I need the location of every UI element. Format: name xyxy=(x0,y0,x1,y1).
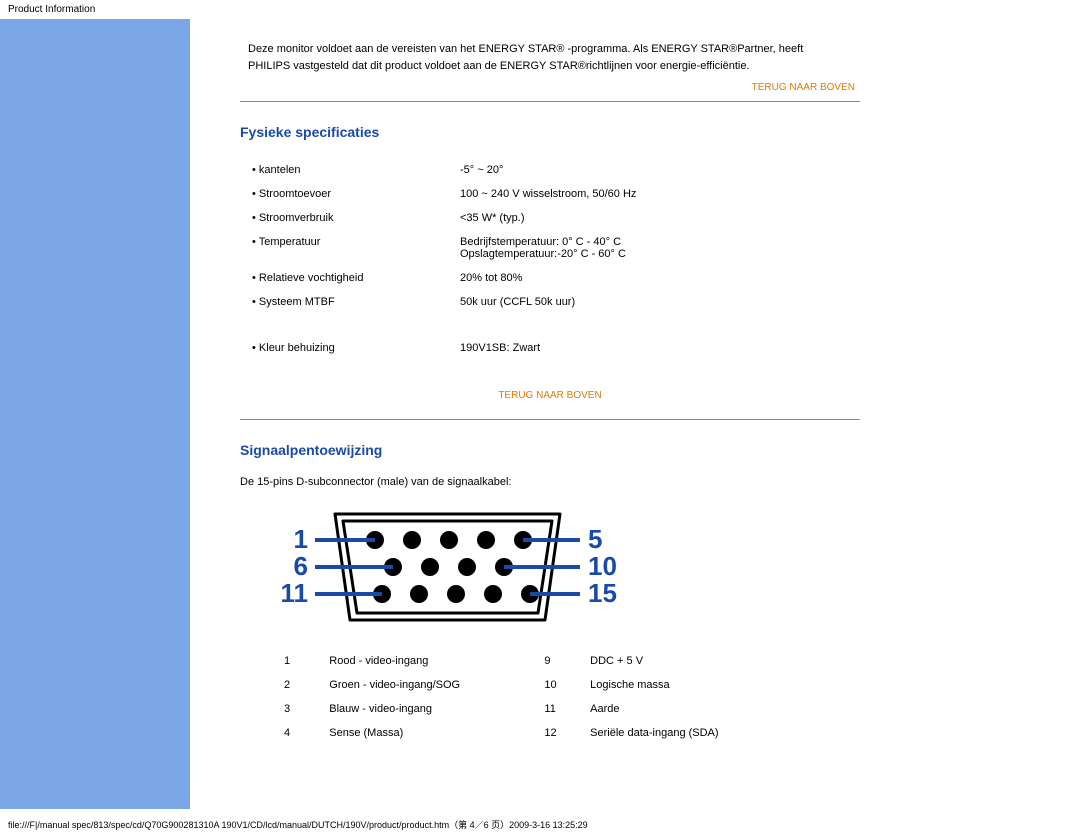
pin-assignment-table: 1 Rood - video-ingang 9 DDC + 5 V 2 Groe… xyxy=(280,649,800,745)
energy-star-intro: Deze monitor voldoet aan de vereisten va… xyxy=(240,41,860,74)
divider xyxy=(240,419,860,420)
spec-value: <35 W* (typ.) xyxy=(456,206,868,230)
pin-label-6: 6 xyxy=(294,551,308,581)
table-row: • Systeem MTBF50k uur (CCFL 50k uur) xyxy=(248,290,868,314)
spec-value: 100 ~ 240 V wisselstroom, 50/60 Hz xyxy=(456,182,868,206)
pin-num: 9 xyxy=(540,649,586,673)
intro-line-1: Deze monitor voldoet aan de vereisten va… xyxy=(248,41,860,58)
pin-desc: DDC + 5 V xyxy=(586,649,800,673)
pin-desc: Logische massa xyxy=(586,673,800,697)
spec-label: • Temperatuur xyxy=(248,230,456,266)
table-row: • kantelen-5° ~ 20° xyxy=(248,158,868,182)
spec-label: • Stroomverbruik xyxy=(248,206,456,230)
section-heading-pins: Signaalpentoewijzing xyxy=(240,442,860,458)
pin-num: 3 xyxy=(280,697,325,721)
section-heading-specs: Fysieke specificaties xyxy=(240,124,860,140)
pin-label-1: 1 xyxy=(294,524,308,554)
pin-num: 4 xyxy=(280,721,325,745)
pin-desc: Sense (Massa) xyxy=(325,721,540,745)
table-row: 3 Blauw - video-ingang 11 Aarde xyxy=(280,697,800,721)
pin-desc: Blauw - video-ingang xyxy=(325,697,540,721)
pin-num: 10 xyxy=(540,673,586,697)
intro-line-2: PHILIPS vastgesteld dat dit product vold… xyxy=(248,58,860,75)
pin-label-15: 15 xyxy=(588,578,617,608)
pin-label-10: 10 xyxy=(588,551,617,581)
pin-label-5: 5 xyxy=(588,524,602,554)
divider xyxy=(240,101,860,102)
spec-value: 20% tot 80% xyxy=(456,266,868,290)
sidebar xyxy=(0,19,190,809)
pin-num: 2 xyxy=(280,673,325,697)
spec-value: 190V1SB: Zwart xyxy=(456,336,868,360)
table-row: • Relatieve vochtigheid20% tot 80% xyxy=(248,266,868,290)
pin-num: 12 xyxy=(540,721,586,745)
specs-table: • kantelen-5° ~ 20° • Stroomtoevoer100 ~… xyxy=(248,158,868,360)
table-row: • Stroomverbruik<35 W* (typ.) xyxy=(248,206,868,230)
pin-desc: Seriële data-ingang (SDA) xyxy=(586,721,800,745)
connector-diagram: 1 6 11 5 10 15 xyxy=(270,502,860,635)
back-to-top-link[interactable]: TERUG NAAR BOVEN xyxy=(240,390,860,401)
footer-path: file:///F|/manual spec/813/spec/cd/Q70G9… xyxy=(8,818,588,831)
pin-desc: Rood - video-ingang xyxy=(325,649,540,673)
spec-value: 50k uur (CCFL 50k uur) xyxy=(456,290,868,314)
pin-label-11: 11 xyxy=(281,578,309,608)
spec-value: Bedrijfstemperatuur: 0° C - 40° C Opslag… xyxy=(456,230,868,266)
spec-label: • Stroomtoevoer xyxy=(248,182,456,206)
table-row: 2 Groen - video-ingang/SOG 10 Logische m… xyxy=(280,673,800,697)
spec-label: • Systeem MTBF xyxy=(248,290,456,314)
pin-num: 1 xyxy=(280,649,325,673)
table-row: • TemperatuurBedrijfstemperatuur: 0° C -… xyxy=(248,230,868,266)
table-row: 4 Sense (Massa) 12 Seriële data-ingang (… xyxy=(280,721,800,745)
spec-value: -5° ~ 20° xyxy=(456,158,868,182)
spec-label: • kantelen xyxy=(248,158,456,182)
page-header: Product Information xyxy=(0,0,1080,15)
pin-desc: Groen - video-ingang/SOG xyxy=(325,673,540,697)
main-content: Deze monitor voldoet aan de vereisten va… xyxy=(190,19,870,809)
back-to-top-link[interactable]: TERUG NAAR BOVEN xyxy=(752,82,855,93)
table-row: • Kleur behuizing190V1SB: Zwart xyxy=(248,336,868,360)
pin-desc: Aarde xyxy=(586,697,800,721)
spec-label: • Kleur behuizing xyxy=(248,336,456,360)
pins-intro-text: De 15-pins D-subconnector (male) van de … xyxy=(240,476,860,488)
table-row: • Stroomtoevoer100 ~ 240 V wisselstroom,… xyxy=(248,182,868,206)
spec-label: • Relatieve vochtigheid xyxy=(248,266,456,290)
pin-num: 11 xyxy=(540,697,586,721)
table-row: 1 Rood - video-ingang 9 DDC + 5 V xyxy=(280,649,800,673)
d-sub-connector-icon: 1 6 11 5 10 15 xyxy=(270,502,630,632)
